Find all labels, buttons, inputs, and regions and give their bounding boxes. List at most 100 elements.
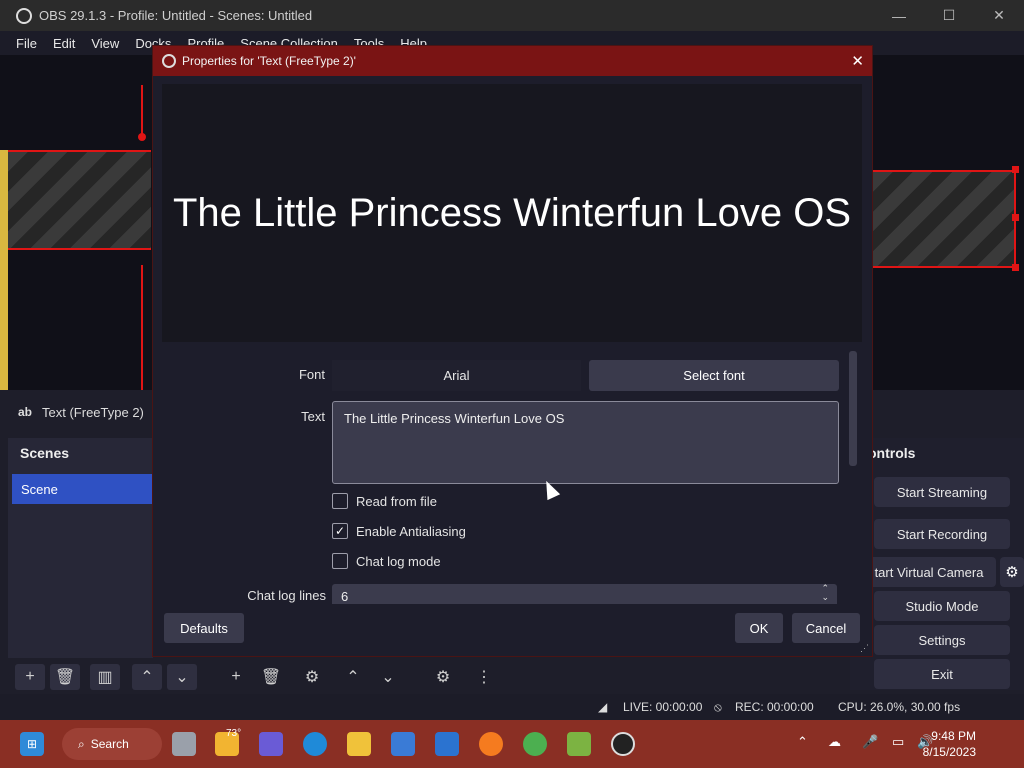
- move-down-icon[interactable]: ⌄: [167, 664, 197, 690]
- windows-taskbar: ⊞ ⌕ Search 73° ⌃ ☁ 🎤 ▭ 🔊 9:48 PM 8/15/20…: [0, 720, 1024, 768]
- studio-mode-button[interactable]: Studio Mode: [874, 591, 1010, 621]
- selection-handle[interactable]: [138, 133, 146, 141]
- live-time: LIVE: 00:00:00: [623, 700, 703, 714]
- source-properties-icon[interactable]: ⚙: [297, 664, 327, 690]
- scene-list-item[interactable]: Scene: [12, 474, 153, 504]
- chat-log-mode-label: Chat log mode: [356, 553, 441, 569]
- audio-settings-icon[interactable]: ⚙: [428, 664, 458, 690]
- controls-header: ontrols: [868, 445, 916, 461]
- firefox-icon[interactable]: [479, 732, 503, 756]
- menu-file[interactable]: File: [0, 36, 45, 51]
- window-titlebar: OBS 29.1.3 - Profile: Untitled - Scenes:…: [0, 0, 1024, 31]
- close-icon[interactable]: ✕: [851, 52, 864, 70]
- add-scene-icon[interactable]: +: [15, 664, 45, 690]
- resize-handle[interactable]: [1012, 264, 1019, 271]
- scenes-header: Scenes: [20, 445, 70, 461]
- text-input[interactable]: The Little Princess Winterfun Love OS: [332, 401, 839, 484]
- move-up-icon[interactable]: ⌃: [132, 664, 162, 690]
- chat-log-lines-value: 6: [341, 589, 349, 604]
- text-preview: The Little Princess Winterfun Love OS: [162, 84, 862, 342]
- status-bar: ◢ LIVE: 00:00:00 ⦸ REC: 00:00:00 CPU: 26…: [0, 694, 1024, 720]
- select-font-button[interactable]: Select font: [589, 360, 839, 391]
- antialiasing-label: Enable Antialiasing: [356, 523, 466, 539]
- chat-log-lines-label: Chat log lines: [247, 588, 326, 603]
- selection-line: [141, 85, 143, 140]
- text-source-bounds-left[interactable]: [8, 150, 151, 250]
- clock[interactable]: 9:48 PM 8/15/2023: [923, 728, 976, 760]
- obs-logo-icon: [16, 7, 32, 24]
- read-from-file-label: Read from file: [356, 493, 437, 509]
- text-source-bounds-right[interactable]: [873, 170, 1016, 268]
- taskbar-search[interactable]: ⌕ Search: [62, 728, 162, 760]
- more-options-icon[interactable]: ⋮: [469, 664, 499, 690]
- exit-button[interactable]: Exit: [874, 659, 1010, 689]
- spin-arrows-icon[interactable]: ⌃ ⌄: [821, 584, 829, 602]
- resize-handle[interactable]: [1012, 166, 1019, 173]
- text-source-icon: ab: [18, 405, 33, 419]
- font-value: Arial: [332, 360, 581, 391]
- add-source-icon[interactable]: +: [221, 664, 251, 690]
- dialog-titlebar: Properties for 'Text (FreeType 2)' ✕: [153, 46, 872, 76]
- ok-button[interactable]: OK: [735, 613, 783, 643]
- start-streaming-button[interactable]: Start Streaming: [874, 477, 1010, 507]
- edge-icon[interactable]: [303, 732, 327, 756]
- settings-button[interactable]: Settings: [874, 625, 1010, 655]
- chat-log-mode-checkbox[interactable]: [332, 553, 348, 569]
- defaults-button[interactable]: Defaults: [164, 613, 244, 643]
- scenes-dock: Scenes Scene: [8, 438, 153, 658]
- preview-text: The Little Princess Winterfun Love OS: [172, 190, 852, 235]
- remove-source-icon[interactable]: 🗑: [256, 664, 286, 690]
- antialiasing-option[interactable]: ✓ Enable Antialiasing: [332, 523, 466, 539]
- window-title: OBS 29.1.3 - Profile: Untitled - Scenes:…: [39, 8, 313, 23]
- virtual-camera-button[interactable]: tart Virtual Camera: [862, 557, 996, 587]
- dock-toolbar: + 🗑 ▥ ⌃ ⌄ + 🗑 ⚙ ⌃ ⌄ ⚙ ⋮: [0, 660, 850, 692]
- microphone-icon[interactable]: 🎤: [862, 734, 878, 750]
- font-label: Font: [298, 367, 325, 382]
- live-icon: ◢: [598, 700, 608, 714]
- background-strip: [0, 150, 8, 390]
- cloud-icon[interactable]: ☁: [828, 734, 841, 750]
- menu-edit[interactable]: Edit: [45, 36, 83, 51]
- teams-icon[interactable]: [259, 732, 283, 756]
- network-icon[interactable]: ▭: [892, 734, 904, 750]
- dialog-title: Properties for 'Text (FreeType 2)': [182, 54, 356, 68]
- cpu-usage: CPU: 26.0%, 30.00 fps: [838, 700, 961, 714]
- chat-log-lines-spinbox[interactable]: 6 ⌃ ⌄: [332, 584, 837, 604]
- chat-log-mode-option[interactable]: Chat log mode: [332, 553, 441, 569]
- menu-view[interactable]: View: [83, 36, 127, 51]
- read-from-file-option[interactable]: Read from file: [332, 493, 437, 509]
- search-label: Search: [90, 737, 129, 751]
- start-windows-icon[interactable]: ⊞: [20, 732, 44, 756]
- dialog-scrollbar[interactable]: [849, 351, 857, 466]
- rec-icon: ⦸: [714, 700, 722, 714]
- source-down-icon[interactable]: ⌄: [373, 664, 403, 690]
- cancel-button[interactable]: Cancel: [792, 613, 860, 643]
- store-icon[interactable]: [391, 732, 415, 756]
- search-icon: ⌕: [78, 736, 85, 751]
- selection-line: [141, 265, 143, 390]
- file-explorer-icon[interactable]: [347, 732, 371, 756]
- maximize-button[interactable]: ☐: [924, 0, 974, 31]
- obs-logo-icon: [162, 54, 176, 68]
- weather-temp: 73°: [226, 728, 242, 739]
- task-view-icon[interactable]: [172, 732, 196, 756]
- start-recording-button[interactable]: Start Recording: [874, 519, 1010, 549]
- resize-handle[interactable]: [1012, 214, 1019, 221]
- scene-filters-icon[interactable]: ▥: [90, 664, 120, 690]
- properties-dialog: Properties for 'Text (FreeType 2)' ✕ The…: [152, 45, 873, 657]
- close-button[interactable]: ✕: [974, 0, 1024, 31]
- controls-dock: ontrols Start Streaming Start Recording …: [850, 438, 1024, 690]
- remove-scene-icon[interactable]: 🗑: [50, 664, 80, 690]
- resize-grip-icon[interactable]: ⋰: [860, 643, 869, 654]
- virtual-camera-settings-icon[interactable]: ⚙: [1000, 557, 1024, 587]
- minimize-button[interactable]: —: [874, 0, 924, 31]
- obs-taskbar-icon[interactable]: [611, 732, 635, 756]
- source-up-icon[interactable]: ⌃: [338, 664, 368, 690]
- read-from-file-checkbox[interactable]: [332, 493, 348, 509]
- chrome-icon[interactable]: [523, 732, 547, 756]
- clock-date: 8/15/2023: [922, 745, 976, 759]
- antialiasing-checkbox[interactable]: ✓: [332, 523, 348, 539]
- chevron-up-icon[interactable]: ⌃: [797, 734, 808, 750]
- mail-icon[interactable]: [435, 732, 459, 756]
- notepad-icon[interactable]: [567, 732, 591, 756]
